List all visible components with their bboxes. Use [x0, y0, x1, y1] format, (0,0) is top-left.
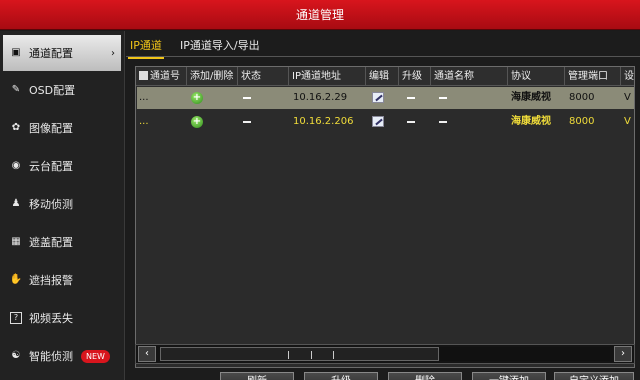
column-header-edit[interactable]: 编辑 — [366, 67, 399, 86]
sidebar-item-label: 视频丢失 — [29, 312, 73, 325]
horizontal-scrollbar[interactable]: ‹ › — [135, 344, 635, 364]
button-bar: 刷新 升级 删除 一键添加 自定义添加 — [126, 368, 640, 380]
table-row[interactable]: ... + 10.16.2.29 海康威视 8000 V — [137, 87, 634, 109]
sidebar-item-label: 云台配置 — [29, 160, 73, 173]
edit-icon[interactable] — [372, 116, 384, 127]
column-header-protocol[interactable]: 协议 — [508, 67, 565, 86]
table-header: 通道号 添加/删除 状态 IP通道地址 编辑 升级 通道名称 协议 管理端口 设 — [136, 67, 634, 86]
sidebar-item-image-config[interactable]: ✿ 图像配置 — [0, 109, 124, 147]
status-dash — [243, 121, 251, 123]
column-header-ip-address[interactable]: IP通道地址 — [289, 67, 366, 86]
scroll-right-button[interactable]: › — [614, 346, 632, 362]
column-label: 通道号 — [150, 71, 180, 82]
channel-name-dash — [439, 97, 447, 99]
sidebar-item-label: 遮挡报警 — [29, 274, 73, 287]
port-cell: 8000 — [569, 116, 595, 127]
device-cell: V — [624, 92, 631, 103]
running-person-icon: ♟ — [11, 198, 21, 209]
protocol-cell: 海康威视 — [511, 116, 551, 127]
grip-tick — [288, 351, 290, 359]
add-icon[interactable]: + — [191, 92, 203, 104]
select-all-checkbox[interactable] — [139, 71, 148, 80]
main-panel: IP通道 IP通道导入/导出 通道号 添加/删除 状态 IP通道地址 编辑 升级… — [126, 31, 640, 380]
delete-button[interactable]: 删除 — [388, 372, 462, 380]
port-cell: 8000 — [569, 92, 595, 103]
channel-table: 通道号 添加/删除 状态 IP通道地址 编辑 升级 通道名称 协议 管理端口 设… — [135, 66, 635, 368]
sidebar-item-label: 智能侦测 — [29, 350, 73, 363]
protocol-cell: 海康威视 — [511, 92, 551, 103]
window-title: 通道管理 — [0, 0, 640, 30]
tab-ip-channel-import-export[interactable]: IP通道导入/导出 — [180, 37, 260, 53]
status-dash — [243, 97, 251, 99]
column-header-device[interactable]: 设 — [621, 67, 634, 86]
scroll-left-button[interactable]: ‹ — [138, 346, 156, 362]
column-header-status[interactable]: 状态 — [238, 67, 289, 86]
ptz-icon: ◉ — [11, 160, 21, 171]
ip-address-cell: 10.16.2.29 — [293, 92, 348, 103]
upgrade-dash — [407, 121, 415, 123]
question-icon: ? — [10, 312, 22, 324]
sidebar-item-label: 移动侦测 — [29, 198, 73, 211]
sidebar-item-smart-detection[interactable]: ☯ 智能侦测 NEW — [0, 337, 124, 375]
column-header-add-delete[interactable]: 添加/删除 — [187, 67, 238, 86]
sidebar-item-channel-config[interactable]: ▣ 通道配置 › — [3, 35, 121, 71]
tab-bar: IP通道 IP通道导入/导出 — [126, 31, 640, 59]
column-header-channel-name[interactable]: 通道名称 — [431, 67, 508, 86]
edit-icon[interactable] — [372, 92, 384, 103]
image-palette-icon: ✿ — [11, 122, 21, 133]
sidebar-item-tamper-alarm[interactable]: ✋ 遮挡报警 — [0, 261, 124, 299]
mask-icon: ▦ — [11, 236, 21, 247]
channel-cell: ... — [139, 92, 149, 103]
edit-pen-icon: ✎ — [11, 84, 21, 95]
channel-cell: ... — [139, 116, 149, 127]
new-badge: NEW — [81, 349, 110, 363]
table-row[interactable]: ... + 10.16.2.206 海康威视 8000 V — [137, 111, 634, 133]
ip-address-cell: 10.16.2.206 — [293, 116, 354, 127]
tab-ip-channel[interactable]: IP通道 — [128, 37, 164, 59]
upgrade-dash — [407, 97, 415, 99]
refresh-button[interactable]: 刷新 — [220, 372, 294, 380]
sidebar: ▣ 通道配置 › ✎ OSD配置 ✿ 图像配置 ◉ 云台配置 ♟ 移动侦测 ▦ … — [0, 31, 125, 380]
grip-tick — [332, 351, 334, 359]
sidebar-item-label: 遮盖配置 — [29, 236, 73, 249]
sidebar-item-video-loss[interactable]: ? 视频丢失 — [0, 299, 124, 337]
sidebar-item-label: 通道配置 — [29, 47, 73, 60]
sidebar-item-label: OSD配置 — [29, 84, 76, 97]
smart-detect-icon: ☯ — [11, 350, 21, 361]
sidebar-item-motion-detection[interactable]: ♟ 移动侦测 — [0, 185, 124, 223]
column-header-upgrade[interactable]: 升级 — [399, 67, 431, 86]
column-header-channel[interactable]: 通道号 — [136, 67, 187, 86]
scrollbar-track[interactable] — [160, 347, 610, 361]
channel-name-dash — [439, 121, 447, 123]
camera-icon: ▣ — [11, 47, 21, 58]
sidebar-item-label: 图像配置 — [29, 122, 73, 135]
chevron-right-icon: › — [111, 47, 115, 59]
upgrade-button[interactable]: 升级 — [304, 372, 378, 380]
column-header-mgmt-port[interactable]: 管理端口 — [565, 67, 621, 86]
one-click-add-button[interactable]: 一键添加 — [472, 372, 546, 380]
grip-tick — [310, 351, 312, 359]
device-cell: V — [624, 116, 631, 127]
sidebar-item-ptz-config[interactable]: ◉ 云台配置 — [0, 147, 124, 185]
hand-icon: ✋ — [9, 274, 23, 285]
sidebar-item-osd-config[interactable]: ✎ OSD配置 — [0, 71, 124, 109]
scrollbar-thumb[interactable] — [160, 347, 439, 361]
sidebar-item-privacy-mask[interactable]: ▦ 遮盖配置 — [0, 223, 124, 261]
add-icon[interactable]: + — [191, 116, 203, 128]
custom-add-button[interactable]: 自定义添加 — [554, 372, 634, 380]
